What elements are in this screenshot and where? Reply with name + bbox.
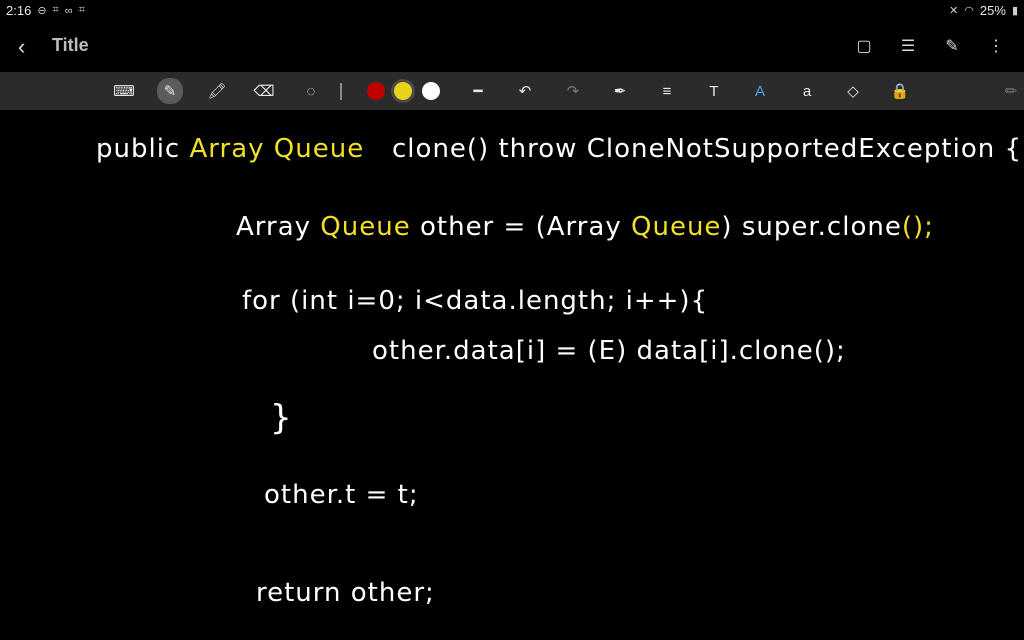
tool-bar: ⌨ ✎ 🖍 ⌫ ◌ ━ ↶ ↷ ✒ ≡ T A a ◇ 🔒 ✏ [0,72,1024,110]
app-bar: ‹ Title ▢ ☰ ✎ ⋮ [0,22,1024,72]
text-align-icon[interactable]: ≡ [655,79,679,103]
color-swatch-yellow[interactable] [394,82,412,100]
color-swatch-red[interactable] [367,82,385,100]
ink-text: Array Queue [189,134,365,164]
handwritten-line-6: other.t = t; [264,480,419,510]
battery-icon: ▮ [1011,5,1018,17]
note-canvas[interactable]: public Array Queue clone() throw CloneNo… [0,110,1024,640]
redo-icon[interactable]: ↷ [561,79,585,103]
pen-settings-icon[interactable]: ✒ [608,79,632,103]
ink-text: public [96,134,190,164]
lock-icon[interactable]: 🔒 [888,79,912,103]
lasso-icon[interactable]: ◌ [299,79,323,103]
ink-text: Queue [320,212,411,242]
handwritten-line-1: public Array Queue clone() throw CloneNo… [96,134,1022,164]
screen-icon: ⌗ [78,4,85,16]
eraser-icon[interactable]: ⌫ [252,79,276,103]
highlighter-icon[interactable]: 🖍 [205,79,229,103]
stroke-width-icon[interactable]: ━ [466,79,490,103]
keyboard-icon[interactable]: ⌨ [112,79,136,103]
undo-icon[interactable]: ↶ [513,79,537,103]
minus-circle-icon: ⊖ [37,5,47,17]
handwritten-line-7: return other; [256,578,435,608]
font-icon[interactable]: A [748,79,772,103]
battery-percent: 25% [979,3,1006,18]
back-icon[interactable]: ‹ [18,34,44,60]
pen-icon[interactable]: ✎ [157,78,183,104]
handwritten-line-4: other.data[i] = (E) data[i].clone(); [372,336,846,366]
shapes-icon[interactable]: ◇ [841,79,865,103]
text-box-icon[interactable]: a [795,79,819,103]
edit-icon[interactable]: ✏ [999,79,1023,103]
ink-text: (); [901,212,934,242]
book-icon[interactable]: ▢ [852,34,876,58]
toolbar-divider [340,83,342,100]
ink-text: ) super.clone [721,212,902,242]
ink-text: other = (Array [410,212,631,242]
handwritten-line-5: } [270,398,293,438]
more-vert-icon[interactable]: ⋮ [984,34,1008,58]
ink-text: Array [236,212,321,242]
handwritten-line-3: for (int i=0; i<data.length; i++){ [242,286,709,316]
text-icon[interactable]: T [702,79,726,103]
list-icon[interactable]: ☰ [896,34,920,58]
screen-icon: ⌗ [52,4,59,16]
wifi-icon: ◠ [964,5,974,17]
attach-icon[interactable]: ✎ [940,34,964,58]
page-title[interactable]: Title [52,35,89,56]
link-icon: ∞ [64,4,73,17]
ink-text: clone() throw CloneNotSupportedException… [364,134,1023,164]
status-time: 2:16 [6,3,32,18]
ink-text: Queue [631,212,722,242]
mute-icon: ✕ [949,5,959,17]
handwritten-line-2: Array Queue other = (Array Queue) super.… [236,212,934,242]
color-swatch-white[interactable] [422,82,440,100]
status-bar: 2:16 ⊖ ⌗ ∞ ⌗ ✕ ◠ 25% ▮ [0,0,1024,22]
